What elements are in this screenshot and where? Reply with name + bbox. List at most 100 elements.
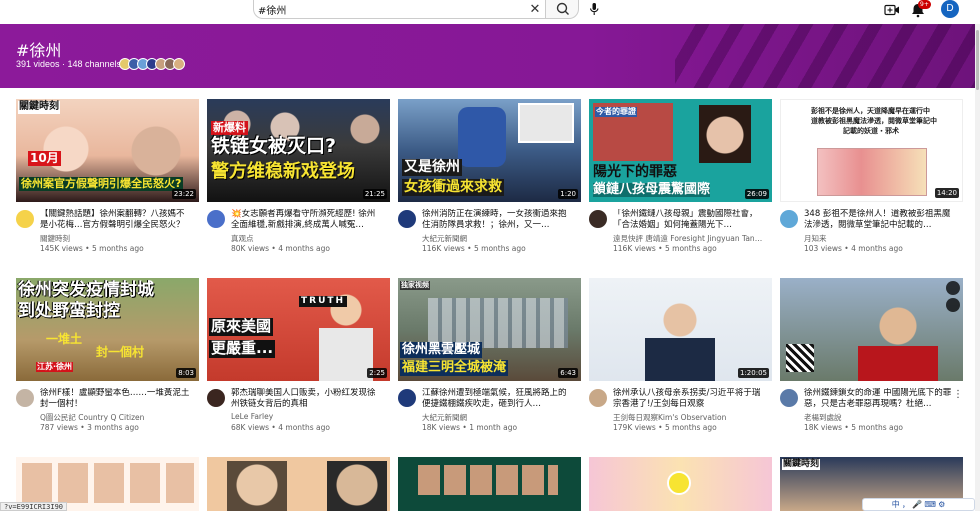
- channel-avatar[interactable]: [398, 389, 416, 407]
- channel-avatar[interactable]: [207, 389, 225, 407]
- channel-name[interactable]: LeLe Farley: [231, 412, 383, 421]
- upload-age: 5 months ago: [665, 423, 717, 432]
- video-thumbnail[interactable]: 又是徐州 女孩衝過來求救 1:20: [398, 99, 581, 202]
- video-card[interactable]: 独家视频 徐州黑雲壓城 福建三明全城被淹 6:43 江蘇徐州遭到極端氣候，狂風將…: [398, 278, 581, 441]
- channel-avatar[interactable]: [589, 210, 607, 228]
- channel-avatar[interactable]: [16, 210, 34, 228]
- channel-avatar[interactable]: [398, 210, 416, 228]
- view-count: 787 views: [40, 423, 78, 432]
- channel-avatar[interactable]: [16, 389, 34, 407]
- video-title[interactable]: 【關鍵熱話題】徐州案翻轉？八孩媽不是小花梅…官方假聲明引爆全民怒火？: [40, 209, 192, 231]
- video-thumbnail[interactable]: 徐州突发疫情封城 到处野蛮封控 一堆土 封一個村 江苏·徐州 8:03: [16, 278, 199, 381]
- channel-name[interactable]: Q圖公民記 Country Q Citizen: [40, 412, 192, 423]
- video-thumbnail[interactable]: [207, 457, 390, 511]
- channel-avatar[interactable]: [207, 210, 225, 228]
- video-title[interactable]: 348 彭祖不是徐州人！道教被彭祖黑魔法滲透，閱微草堂筆記中記載的…: [804, 209, 956, 231]
- view-count: 80K views: [231, 244, 270, 253]
- clear-search-button[interactable]: ✕: [527, 1, 543, 17]
- video-title[interactable]: 💥女志願者再爆看守所瀕死經歷! 徐州全面維穩,新戲排演,終成萬人喊冤…: [231, 209, 383, 231]
- video-card[interactable]: 今者的罪證 陽光下的罪惡 鎖鏈八孩母震驚國際 26:09 「徐州鐵鏈八孩母親」震…: [589, 99, 772, 262]
- video-card[interactable]: 又是徐州 女孩衝過來求救 1:20 徐州消防正在演練時，一女孩衝過來抱住消防隊員…: [398, 99, 581, 262]
- video-card[interactable]: 彭祖不是徐州人，天道降魔早在運行中 道教被彭祖黑魔法滲透，閱微草堂筆記中 記載的…: [780, 99, 963, 262]
- video-thumbnail[interactable]: 新爆料 铁链女被灭口? 警方维稳新戏登场 21:25: [207, 99, 390, 202]
- video-thumbnail[interactable]: TRUTH 原來美國 更嚴重... 2:25: [207, 278, 390, 381]
- upload-age: 1 month ago: [469, 423, 518, 432]
- video-title[interactable]: 「徐州鐵鏈八孩母親」震動國際社會，「合法婚姻」如何掩蓋陽光下…: [613, 209, 765, 231]
- video-meta: 徐州鐵鍊鎖女的命運 中國陽光底下的罪惡，只是古老罪惡再現嗎？杜絕… 老楊到處說 …: [780, 381, 963, 441]
- thumbnail-caption: 女孩衝過來求救: [402, 179, 504, 196]
- thumbnail-caption: 更嚴重...: [209, 339, 276, 358]
- channel-name[interactable]: 大紀元新聞網: [422, 233, 574, 244]
- thumbnail-caption: 铁链女被灭口?: [211, 135, 337, 157]
- account-avatar[interactable]: D: [941, 0, 959, 18]
- thumbnail-caption: 新爆料: [211, 121, 248, 135]
- video-duration: 1:20:05: [738, 368, 769, 378]
- video-title[interactable]: 徐州鐵鍊鎖女的命運 中國陽光底下的罪惡，只是古老罪惡再現嗎？杜絕…: [804, 388, 956, 410]
- video-thumbnail[interactable]: 独家视频 徐州黑雲壓城 福建三明全城被淹 6:43: [398, 278, 581, 381]
- thumbnail-logo-text: 關鍵時刻: [782, 459, 821, 471]
- video-card[interactable]: [398, 457, 581, 511]
- thumbnail-logo-text: 關鍵時刻: [18, 101, 60, 114]
- channel-name[interactable]: 王剑每日观察Kim's Observation: [613, 412, 765, 423]
- channel-avatar[interactable]: [589, 389, 607, 407]
- thumbnail-caption: 鎖鏈八孩母震驚國際: [593, 182, 711, 197]
- upload-age: 5 months ago: [92, 244, 144, 253]
- video-card[interactable]: 1:20:05 徐州承认八孩母亲系拐卖/习近平将于瑞宗香港了!/王剑每日观察 王…: [589, 278, 772, 441]
- video-card[interactable]: [589, 457, 772, 511]
- channel-name[interactable]: 真观点: [231, 233, 383, 244]
- thumbnail-caption: 道教被彭祖黑魔法滲透，閱微草堂筆記中: [811, 117, 937, 125]
- video-card[interactable]: 新爆料 铁链女被灭口? 警方维稳新戏登场 21:25 💥女志願者再爆看守所瀕死經…: [207, 99, 390, 262]
- video-title[interactable]: 郭杰瑞聊美国人口贩卖，小粉红发现徐州铁链女背后的真相: [231, 388, 383, 410]
- watch-later-icon[interactable]: [946, 281, 960, 295]
- channel-name[interactable]: 老楊到處說: [804, 412, 956, 423]
- video-thumbnail[interactable]: 今者的罪證 陽光下的罪惡 鎖鏈八孩母震驚國際 26:09: [589, 99, 772, 202]
- video-thumbnail[interactable]: [589, 457, 772, 511]
- video-card[interactable]: 徐州鐵鍊鎖女的命運 中國陽光底下的罪惡，只是古老罪惡再現嗎？杜絕… 老楊到處說 …: [780, 278, 963, 441]
- voice-search-button[interactable]: [584, 0, 604, 19]
- thumbnail-caption: 又是徐州: [402, 159, 462, 176]
- video-thumbnail[interactable]: [398, 457, 581, 511]
- add-to-queue-icon[interactable]: [946, 298, 960, 312]
- video-thumbnail[interactable]: [780, 278, 963, 381]
- channel-name[interactable]: 大紀元新聞網: [422, 412, 574, 423]
- channel-name[interactable]: 遠見快評 唐靖遠 Foresight Jingyuan Tan…: [613, 233, 765, 244]
- search-box: [253, 0, 545, 19]
- video-stats: 787 views • 3 months ago: [40, 423, 139, 432]
- video-card[interactable]: TRUTH 原來美國 更嚴重... 2:25 郭杰瑞聊美国人口贩卖，小粉红发现徐…: [207, 278, 390, 441]
- video-thumbnail[interactable]: 1:20:05: [589, 278, 772, 381]
- channel-name[interactable]: 關鍵時刻: [40, 233, 192, 244]
- scrollbar-thumb[interactable]: [976, 30, 979, 90]
- more-actions-icon[interactable]: ⋮: [953, 389, 963, 400]
- upload-age: 4 months ago: [851, 244, 903, 253]
- video-meta: 江蘇徐州遭到極端氣候，狂風將路上的便捷鐵棚鐵疾吹走，砸到行人… 大紀元新聞網 1…: [398, 381, 581, 441]
- thumbnail-caption: 徐州突发疫情封城: [18, 280, 154, 300]
- video-stats: 103 views • 4 months ago: [804, 244, 903, 253]
- video-meta: 💥女志願者再爆看守所瀕死經歷! 徐州全面維穩,新戲排演,終成萬人喊冤… 真观点 …: [207, 202, 390, 262]
- ime-toolbar[interactable]: 中 ， 🎤 ⌨ ⚙: [862, 498, 975, 511]
- thumbnail-emblem: [667, 471, 691, 495]
- video-stats: 18K views • 5 months ago: [804, 423, 903, 432]
- upload-age: 4 months ago: [278, 423, 330, 432]
- ime-toolbar-text[interactable]: 中 ， 🎤 ⌨ ⚙: [892, 499, 946, 510]
- search-input[interactable]: [258, 2, 518, 16]
- thumbnail-caption: 陽光下的罪惡: [593, 164, 677, 180]
- video-title[interactable]: 江蘇徐州遭到極端氣候，狂風將路上的便捷鐵棚鐵疾吹走，砸到行人…: [422, 388, 574, 410]
- thumbnail-qr-code: [786, 344, 814, 372]
- video-meta: 徐州F樣！盧顯野蠻本色……一堆黃泥土封一個村！ Q圖公民記 Country Q …: [16, 381, 199, 441]
- video-title[interactable]: 徐州F樣！盧顯野蠻本色……一堆黃泥土封一個村！: [40, 388, 192, 410]
- create-button[interactable]: [882, 1, 902, 19]
- page-scrollbar[interactable]: [975, 24, 980, 511]
- channel-name[interactable]: 月知来: [804, 233, 956, 244]
- video-card[interactable]: [207, 457, 390, 511]
- video-stats: 116K views • 5 months ago: [422, 244, 526, 253]
- video-title[interactable]: 徐州承认八孩母亲系拐卖/习近平将于瑞宗香港了!/王剑每日观察: [613, 388, 765, 410]
- video-card[interactable]: 徐州突发疫情封城 到处野蛮封控 一堆土 封一個村 江苏·徐州 8:03 徐州F樣…: [16, 278, 199, 441]
- search-button[interactable]: [545, 0, 579, 19]
- channel-avatar[interactable]: [780, 210, 798, 228]
- channel-avatar[interactable]: [780, 389, 798, 407]
- video-card[interactable]: 關鍵時刻 10月 徐州案官方假聲明引爆全民怒火? 23:22 【關鍵熱話題】徐州…: [16, 99, 199, 262]
- video-thumbnail[interactable]: 關鍵時刻 10月 徐州案官方假聲明引爆全民怒火? 23:22: [16, 99, 199, 202]
- video-duration: 26:09: [744, 189, 769, 199]
- video-title[interactable]: 徐州消防正在演練時，一女孩衝過來抱住消防隊員求救！；徐州，又一…: [422, 209, 574, 231]
- video-thumbnail[interactable]: 彭祖不是徐州人，天道降魔早在運行中 道教被彭祖黑魔法滲透，閱微草堂筆記中 記載的…: [780, 99, 963, 202]
